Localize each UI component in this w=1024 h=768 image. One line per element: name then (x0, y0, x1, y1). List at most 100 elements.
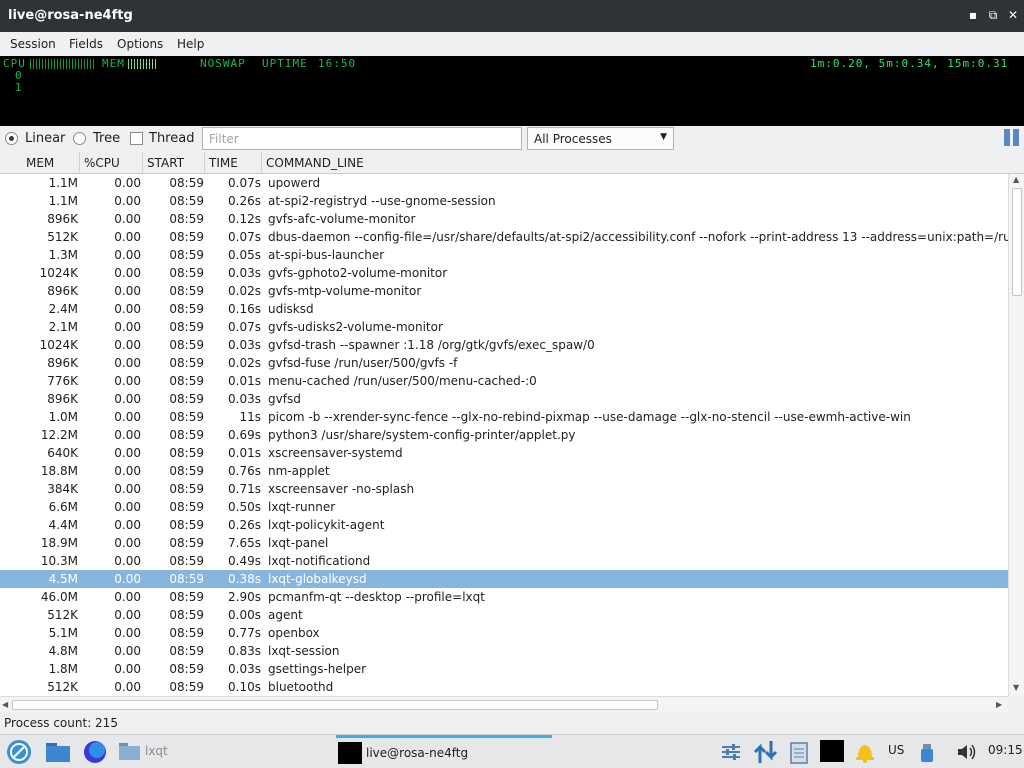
cell-cpu: 0.00 (114, 536, 141, 550)
active-task-button[interactable]: live@rosa-ne4ftg (336, 735, 552, 768)
thread-checkbox[interactable] (130, 132, 143, 145)
cell-start: 08:59 (169, 410, 204, 424)
table-row[interactable]: 4.5M 0.00 08:59 0.38s lxqt-globalkeysd (0, 570, 1008, 588)
linear-radio[interactable] (5, 132, 18, 145)
table-row[interactable]: 896K 0.00 08:59 0.02s gvfs-mtp-volume-monito… (0, 282, 1008, 300)
restore-button[interactable]: ⧉ (986, 8, 1000, 22)
table-row[interactable]: 1.1M 0.00 08:59 0.26s at-spi2-registryd --us… (0, 192, 1008, 210)
minimize-button[interactable]: ▪ (966, 8, 980, 22)
volume-icon[interactable] (956, 742, 978, 762)
window-titlebar[interactable]: live@rosa-ne4ftg ▪ ⧉ ✕ (0, 0, 1024, 32)
uptime-value: 16:50 (318, 57, 357, 70)
table-row[interactable]: 4.8M 0.00 08:59 0.83s lxqt-session (0, 642, 1008, 660)
browser-icon[interactable] (82, 739, 108, 765)
cell-command-line: gvfs-mtp-volume-monitor (268, 284, 422, 298)
horizontal-scroll-thumb[interactable] (12, 700, 658, 710)
horizontal-scrollbar[interactable]: ◀ ▶ (0, 696, 1008, 712)
table-row[interactable]: 896K 0.00 08:59 0.02s gvfsd-fuse /run/user/5… (0, 354, 1008, 372)
table-row[interactable]: 6.6M 0.00 08:59 0.50s lxqt-runner (0, 498, 1008, 516)
notification-bell-icon[interactable] (854, 740, 876, 764)
cell-cpu: 0.00 (114, 356, 141, 370)
filter-input[interactable] (202, 127, 522, 150)
column-header-start[interactable]: START (143, 152, 205, 174)
column-header-command-line[interactable]: COMMAND_LINE (262, 152, 1008, 174)
column-header-mem[interactable]: MEM (22, 152, 80, 174)
cell-mem: 2.1M (48, 320, 78, 334)
cell-mem: 18.9M (40, 536, 78, 550)
cell-mem: 1024K (39, 266, 78, 280)
cell-command-line: gvfsd (268, 392, 301, 406)
usb-drive-icon[interactable] (920, 742, 934, 764)
table-row[interactable]: 4.4M 0.00 08:59 0.26s lxqt-policykit-agent (0, 516, 1008, 534)
table-row[interactable]: 896K 0.00 08:59 0.12s gvfs-afc-volume-monito… (0, 210, 1008, 228)
folder-task-label[interactable]: lxqt (145, 744, 168, 758)
thread-label[interactable]: Thread (149, 131, 194, 146)
settings-sliders-icon[interactable] (720, 742, 742, 762)
table-row[interactable]: 1024K 0.00 08:59 0.03s gvfs-gphoto2-volume-m… (0, 264, 1008, 282)
menu-options[interactable]: Options (117, 37, 163, 51)
table-row[interactable]: 1.0M 0.00 08:59 11s picom -b --xrender-sync-… (0, 408, 1008, 426)
column-header-time[interactable]: TIME (205, 152, 262, 174)
table-row[interactable]: 512K 0.00 08:59 0.10s bluetoothd (0, 678, 1008, 696)
cell-command-line: lxqt-panel (268, 536, 329, 550)
table-row[interactable]: 12.2M 0.00 08:59 0.69s python3 /usr/share/sy… (0, 426, 1008, 444)
clipboard-icon[interactable] (788, 739, 810, 765)
cell-command-line: bluetoothd (268, 680, 334, 694)
cell-time: 0.02s (228, 356, 261, 370)
cell-mem: 1024K (39, 338, 78, 352)
cell-time: 0.77s (228, 626, 261, 640)
scroll-right-icon[interactable]: ▶ (996, 700, 1002, 709)
network-transfer-icon[interactable] (752, 739, 780, 765)
keyboard-layout-indicator[interactable]: US (888, 743, 904, 757)
cell-time: 11s (239, 410, 261, 424)
table-row[interactable]: 5.1M 0.00 08:59 0.77s openbox (0, 624, 1008, 642)
tree-radio[interactable] (73, 132, 86, 145)
menu-fields[interactable]: Fields (69, 37, 103, 51)
table-row[interactable]: 1.3M 0.00 08:59 0.05s at-spi-bus-launcher (0, 246, 1008, 264)
table-row[interactable]: 18.9M 0.00 08:59 7.65s lxqt-panel (0, 534, 1008, 552)
vertical-scrollbar[interactable]: ▲ ▼ (1008, 174, 1024, 696)
terminal-tray-icon[interactable] (820, 740, 844, 762)
cell-start: 08:59 (169, 482, 204, 496)
close-button[interactable]: ✕ (1006, 8, 1020, 22)
app-menu-icon[interactable] (6, 739, 32, 765)
folder-icon[interactable] (118, 741, 142, 761)
table-row[interactable]: 1.8M 0.00 08:59 0.03s gsettings-helper (0, 660, 1008, 678)
table-row[interactable]: 512K 0.00 08:59 0.07s dbus-daemon --config-f… (0, 228, 1008, 246)
cell-command-line: openbox (268, 626, 320, 640)
cell-time: 0.03s (228, 662, 261, 676)
table-row[interactable]: 512K 0.00 08:59 0.00s agent (0, 606, 1008, 624)
menu-session[interactable]: Session (10, 37, 56, 51)
cell-time: 0.03s (228, 338, 261, 352)
scroll-down-icon[interactable]: ▼ (1013, 683, 1019, 692)
table-row[interactable]: 776K 0.00 08:59 0.01s menu-cached /run/user/… (0, 372, 1008, 390)
cell-cpu: 0.00 (114, 590, 141, 604)
table-row[interactable]: 384K 0.00 08:59 0.71s xscreensaver -no-splas… (0, 480, 1008, 498)
table-row[interactable]: 1024K 0.00 08:59 0.03s gvfsd-trash --spawner… (0, 336, 1008, 354)
table-row[interactable]: 2.1M 0.00 08:59 0.07s gvfs-udisks2-volume-mo… (0, 318, 1008, 336)
cell-start: 08:59 (169, 320, 204, 334)
cell-command-line: lxqt-policykit-agent (268, 518, 385, 532)
cell-time: 0.01s (228, 374, 261, 388)
tree-label[interactable]: Tree (93, 131, 120, 146)
menu-help[interactable]: Help (177, 37, 204, 51)
pause-button[interactable] (1003, 129, 1021, 147)
table-row[interactable]: 1.1M 0.00 08:59 0.07s upowerd (0, 174, 1008, 192)
table-row[interactable]: 640K 0.00 08:59 0.01s xscreensaver-systemd (0, 444, 1008, 462)
scroll-up-icon[interactable]: ▲ (1013, 175, 1019, 184)
column-header-cpu[interactable]: %CPU (80, 152, 143, 174)
table-row[interactable]: 18.8M 0.00 08:59 0.76s nm-applet (0, 462, 1008, 480)
linear-label[interactable]: Linear (25, 131, 65, 146)
cell-command-line: dbus-daemon --config-file=/usr/share/def… (268, 230, 1008, 244)
vertical-scroll-thumb[interactable] (1012, 188, 1022, 296)
file-manager-icon[interactable] (44, 740, 72, 764)
cell-command-line: lxqt-globalkeysd (268, 572, 367, 586)
table-row[interactable]: 10.3M 0.00 08:59 0.49s lxqt-notificationd (0, 552, 1008, 570)
cell-mem: 512K (47, 608, 78, 622)
table-row[interactable]: 896K 0.00 08:59 0.03s gvfsd (0, 390, 1008, 408)
scroll-left-icon[interactable]: ◀ (2, 700, 8, 709)
table-row[interactable]: 46.0M 0.00 08:59 2.90s pcmanfm-qt --desktop … (0, 588, 1008, 606)
clock[interactable]: 09:15 (988, 743, 1023, 757)
process-scope-select[interactable]: All Processes ▼ (527, 127, 674, 150)
table-row[interactable]: 2.4M 0.00 08:59 0.16s udisksd (0, 300, 1008, 318)
